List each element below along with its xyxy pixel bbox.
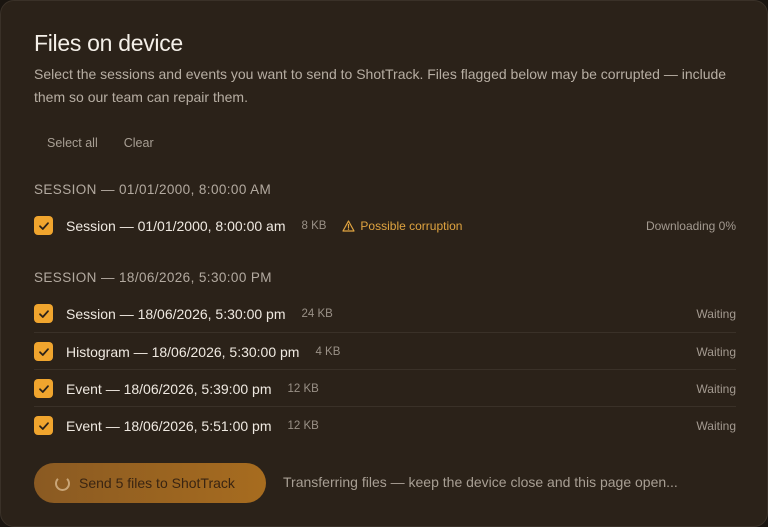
check-icon (38, 421, 49, 430)
group-header: SESSION — 01/01/2000, 8:00:00 AM (34, 182, 272, 197)
file-label: Event — 18/06/2026, 5:39:00 pm (66, 380, 272, 397)
file-label: Session — 18/06/2026, 5:30:00 pm (66, 305, 286, 322)
dialog-description: Select the sessions and events you want … (34, 66, 727, 105)
dialog-title: Files on device (34, 30, 183, 56)
check-icon (38, 384, 49, 393)
file-status: Waiting (696, 381, 736, 396)
send-button-label: Send 5 files to ShotTrack (79, 475, 235, 491)
warning-text: Possible corruption (360, 218, 463, 233)
file-row[interactable]: Event — 18/06/2026, 5:39:00 pm 12 KB Wai… (34, 369, 736, 407)
file-row[interactable]: Histogram — 18/06/2026, 5:30:00 pm 4 KB … (34, 332, 736, 370)
file-size: 24 KB (301, 307, 333, 320)
file-row[interactable]: Event — 18/06/2026, 5:51:00 pm 12 KB Wai… (34, 406, 736, 444)
warning-triangle-icon (342, 219, 356, 232)
file-status: Waiting (696, 306, 736, 321)
file-size: 8 KB (301, 219, 327, 232)
transfer-status-text: Transferring files — keep the device clo… (283, 474, 678, 490)
clear-button[interactable]: Clear (111, 133, 167, 153)
file-label: Event — 18/06/2026, 5:51:00 pm (66, 417, 272, 434)
check-icon (38, 221, 49, 230)
file-status: Waiting (696, 418, 736, 433)
spinner-icon (55, 475, 70, 491)
check-icon (38, 347, 49, 356)
file-label: Session — 01/01/2000, 8:00:00 am (66, 217, 286, 234)
file-status: Downloading 0% (645, 218, 736, 233)
send-files-button[interactable]: Send 5 files to ShotTrack (34, 463, 266, 503)
file-checkbox[interactable] (34, 379, 53, 398)
file-row[interactable]: Session — 18/06/2026, 5:30:00 pm 24 KB W… (34, 295, 736, 332)
file-checkbox[interactable] (34, 304, 53, 323)
file-checkbox[interactable] (34, 216, 53, 235)
check-icon (38, 309, 49, 318)
file-size: 12 KB (287, 382, 319, 395)
file-row[interactable]: Session — 01/01/2000, 8:00:00 am 8 KB Po… (34, 207, 736, 244)
select-all-button[interactable]: Select all (34, 133, 111, 153)
group-header: SESSION — 18/06/2026, 5:30:00 PM (34, 270, 272, 285)
corruption-warning: Possible corruption (342, 219, 462, 233)
selection-actions: Select all Clear (34, 133, 167, 153)
file-status: Waiting (696, 344, 736, 359)
files-dialog: Files on device Select the sessions and … (0, 0, 768, 527)
file-checkbox[interactable] (34, 416, 53, 435)
file-size: 4 KB (315, 345, 341, 358)
file-size: 12 KB (287, 419, 319, 432)
file-label: Histogram — 18/06/2026, 5:30:00 pm (66, 343, 300, 360)
file-checkbox[interactable] (34, 342, 53, 361)
